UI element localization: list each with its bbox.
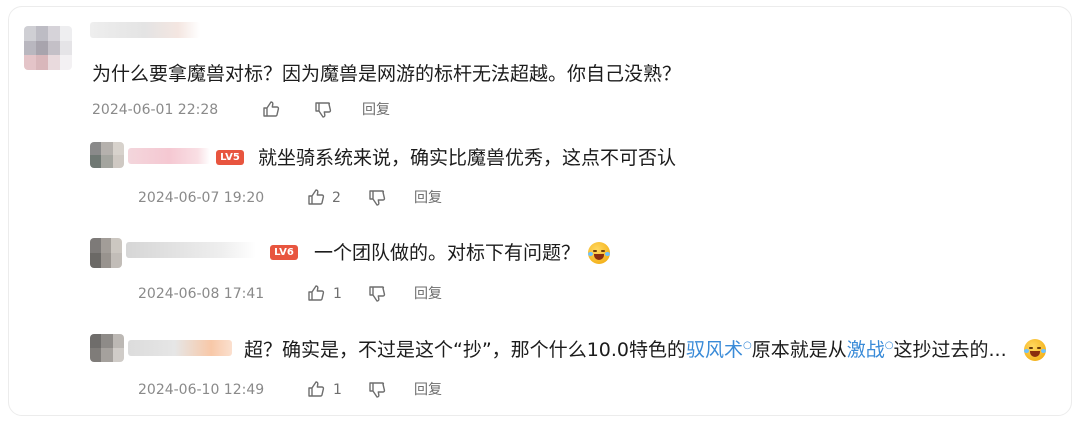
username-blurred[interactable]	[126, 242, 256, 258]
laughing-tears-emoji	[588, 242, 610, 264]
like-count: 2	[332, 190, 341, 206]
keyword-link[interactable]: 激战	[847, 339, 885, 361]
like-count: 1	[333, 382, 342, 398]
thumbs-down-icon[interactable]	[368, 189, 386, 207]
username-blurred[interactable]	[128, 148, 210, 164]
thumbs-down-icon[interactable]	[368, 285, 386, 303]
reply-timestamp: 2024-06-10 12:49	[138, 382, 265, 398]
reply-button[interactable]: 回复	[414, 381, 442, 399]
avatar[interactable]	[24, 26, 72, 70]
reply-timestamp: 2024-06-07 19:20	[138, 190, 265, 206]
reply-text-suffix: 这抄过去的...	[893, 339, 1007, 361]
level-badge: LV6	[270, 245, 298, 260]
thumbs-down-icon[interactable]	[314, 101, 332, 119]
thumbs-up-icon[interactable]	[307, 188, 325, 206]
search-hint-icon[interactable]: ○	[743, 340, 752, 351]
thumbs-up-icon[interactable]	[307, 380, 325, 398]
thumbs-down-icon[interactable]	[368, 381, 386, 399]
laughing-tears-emoji	[1024, 339, 1046, 361]
avatar[interactable]	[90, 142, 124, 168]
like-count: 1	[333, 286, 342, 302]
reply-button[interactable]: 回复	[414, 285, 442, 303]
reply-content: 一个团队做的。对标下有问题？	[314, 242, 581, 264]
reply-button[interactable]: 回复	[414, 189, 442, 207]
username-blurred[interactable]	[128, 340, 232, 356]
comment-timestamp: 2024-06-01 22:28	[92, 102, 219, 118]
username-blurred[interactable]	[90, 22, 200, 38]
thumbs-up-icon[interactable]	[262, 100, 280, 118]
reply-button[interactable]: 回复	[362, 101, 390, 119]
comment-content: 为什么要拿魔兽对标？因为魔兽是网游的标杆无法超越。你自己没熟？	[92, 63, 682, 85]
reply-text-prefix: 超？确实是，不过是这个“抄”，那个什么10.0特色的	[244, 339, 686, 361]
avatar[interactable]	[90, 334, 124, 362]
reply-content: 超？确实是，不过是这个“抄”，那个什么10.0特色的驭风术○原本就是从激战○这抄…	[244, 338, 1007, 362]
thumbs-up-icon[interactable]	[307, 284, 325, 302]
reply-content: 就坐骑系统来说，确实比魔兽优秀，这点不可否认	[258, 147, 677, 169]
level-badge: LV5	[216, 150, 244, 165]
reply-timestamp: 2024-06-08 17:41	[138, 286, 265, 302]
search-hint-icon[interactable]: ○	[885, 340, 894, 351]
avatar[interactable]	[90, 238, 122, 268]
reply-text-mid: 原本就是从	[751, 339, 847, 361]
keyword-link[interactable]: 驭风术	[686, 339, 743, 361]
